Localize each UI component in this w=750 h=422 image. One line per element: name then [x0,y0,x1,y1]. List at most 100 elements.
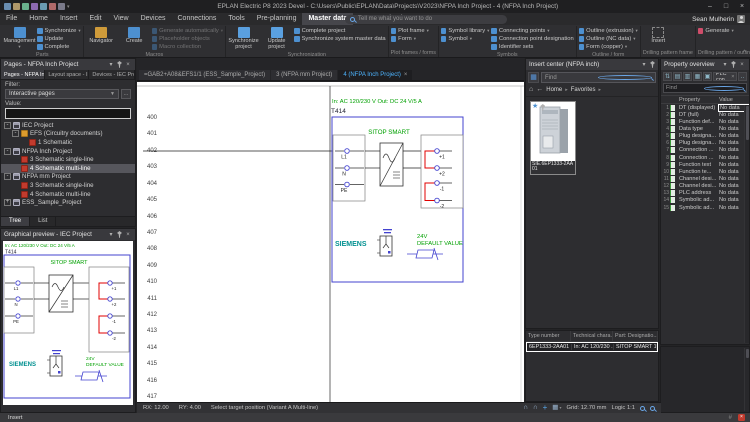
editor-tab[interactable]: 4 (NFPA Inch Project)× [338,70,412,80]
home-icon[interactable]: ⌂ [529,86,533,94]
snap-icon[interactable]: ∩ [523,403,528,413]
user-account[interactable]: Sean Mulherin [692,13,750,25]
logic-scale[interactable]: Logic 1:1 [611,405,635,411]
object-snap-icon[interactable]: ∩ [533,403,538,413]
panel-menu-icon[interactable]: ▾ [721,60,729,70]
panel-close-icon[interactable]: × [124,230,132,240]
plot-frame-button[interactable]: Plot frame▾ [391,27,429,35]
menu-tab-edit[interactable]: Edit [83,13,107,25]
synchronize-button[interactable]: Synchronize▾ [37,27,81,35]
tree-expander-icon[interactable]: - [4,148,11,155]
update-project-button[interactable]: Update project [261,26,292,51]
close-tab-icon[interactable]: × [404,72,408,78]
panel-menu-icon[interactable]: ▾ [640,60,648,70]
navigator-tab-0[interactable]: Pages - NFPA Inc... [1,70,45,79]
panel-menu-icon[interactable]: ▾ [107,230,115,240]
undo-icon[interactable] [31,3,38,10]
favorite-star-icon[interactable]: ★ [532,102,538,111]
form-button[interactable]: Form▾ [391,35,429,43]
tree-item[interactable]: 3 Schematic single-line [1,181,135,190]
menu-tab-tools[interactable]: Tools [222,13,250,25]
tree-item[interactable]: 3 Schematic single-line [1,155,135,164]
menu-tab-devices[interactable]: Devices [135,13,172,25]
menu-tab-insert[interactable]: Insert [54,13,84,25]
minimize-button[interactable]: – [702,0,718,13]
parts-column-header[interactable]: Technical chara... [571,331,613,341]
property-row[interactable]: 12Channel desi...No data [661,183,749,190]
tree-expander-icon[interactable]: + [4,199,11,206]
error-badge-icon[interactable]: × [738,414,745,421]
value-input[interactable] [5,108,131,119]
table-icon[interactable]: ▣ [703,72,712,81]
identifier-sets-button[interactable]: Identifier sets [491,43,573,51]
property-row[interactable]: 5Plug designa...No data [661,133,749,140]
tree-item[interactable]: -NFPA Inch Project [1,147,135,156]
property-row[interactable]: 15Symbolic ad...No data [661,204,749,211]
property-row[interactable]: 2DT (full)No data [661,111,749,118]
outline-extrusion--button[interactable]: Outline (extrusion)▾ [579,27,638,35]
breadcrumb-favorites[interactable]: Favorites [571,87,596,93]
property-row[interactable]: 7Connection ...No data [661,147,749,154]
qat-dropdown-icon[interactable]: ▾ [67,4,70,10]
tree-item[interactable]: 4 Schematic multi-line [1,190,135,199]
power-supply-macro[interactable]: In: AC 120/230 V Out: DC 24 V/5 A T414 S… [331,99,463,282]
property-row[interactable]: 3Function def...No data [661,118,749,125]
breadcrumb-home[interactable]: Home [546,87,562,93]
grid-setting[interactable]: Grid: 12.70 mm [567,405,607,411]
favorite-part-tile[interactable]: ★ SIE.6EP1333-2AA01 [530,101,576,175]
tree-item[interactable]: 4 Schematic multi-line [1,164,135,173]
save-icon[interactable] [22,3,29,10]
filter-more-button[interactable]: ... [121,89,131,99]
parts-column-header[interactable]: Type number [526,331,571,341]
tree-item[interactable]: +ESS_Sample_Project [1,198,135,207]
panel-close-icon[interactable]: × [124,60,132,70]
property-row[interactable]: 14Symbolic ad...No data [661,197,749,204]
property-row[interactable]: 11Channel desi...No data [661,175,749,182]
navigator-button[interactable]: Navigator [86,26,117,51]
list-view-icon[interactable]: ▤ [673,72,682,81]
print-icon[interactable] [49,3,56,10]
property-row[interactable]: 9Function textNo data [661,161,749,168]
property-row[interactable]: 8Connection ...No data [661,154,749,161]
complete-project-button[interactable]: Complete project [294,27,386,35]
new-icon[interactable] [4,3,11,10]
navigator-tab-1[interactable]: Layout space - IE... [45,70,89,79]
property-row[interactable]: 13PLC addressNo data [661,190,749,197]
create-button[interactable]: Create [119,26,150,51]
tree-expander-icon[interactable]: - [12,130,19,137]
grid-icon[interactable]: ▦ ▾ [552,403,561,413]
clear-filter-icon[interactable]: × [731,74,734,80]
property-row[interactable]: 10Function te...No data [661,168,749,175]
close-button[interactable]: × [734,0,750,13]
synchronize-project-button[interactable]: Synchronize project [228,26,259,51]
copy-icon[interactable]: ▥ [683,72,692,81]
tree-expander-icon[interactable]: - [4,173,11,180]
tree-item[interactable]: -NFPA mm Project [1,173,135,182]
paste-icon[interactable]: ▦ [693,72,702,81]
property-row[interactable]: 4Data typeNo data [661,125,749,132]
generate-button[interactable]: Generate▾ [698,27,734,35]
tree-expander-icon[interactable]: - [4,122,11,129]
scrollbar[interactable] [744,105,749,343]
parts-table-row[interactable]: 6EP1333-2AA01In: AC 120/230 ...SITOP SMA… [526,342,658,352]
insert-center-find-input[interactable]: Find [541,72,656,83]
refresh-icon[interactable] [58,3,65,10]
outline-nc-data--button[interactable]: Outline (NC data)▾ [579,35,638,43]
redo-icon[interactable] [40,3,47,10]
back-icon[interactable]: ← [536,86,543,94]
navigator-tab-2[interactable]: Devices - IEC Proj... [89,70,135,79]
tell-me-search[interactable]: Tell me what you want to do [345,15,507,24]
connecting-points-button[interactable]: Connecting points▾ [491,27,573,35]
property-more-button[interactable]: .. [738,72,747,81]
menu-tab-connections[interactable]: Connections [172,13,223,25]
panel-menu-icon[interactable]: ▾ [107,60,115,70]
update-button[interactable]: Update [37,35,81,43]
symbol-button[interactable]: Symbol▾ [441,35,490,43]
open-icon[interactable] [13,3,20,10]
panel-close-icon[interactable]: × [738,60,746,70]
parts-column-header[interactable]: Part: Designatio... [613,331,658,341]
property-row[interactable]: 1DT (displayed)No data [661,104,749,111]
pin-icon[interactable] [117,61,122,68]
complete-button[interactable]: Complete [37,43,81,51]
filter-select[interactable]: Interactive pages ▼ [5,89,119,99]
